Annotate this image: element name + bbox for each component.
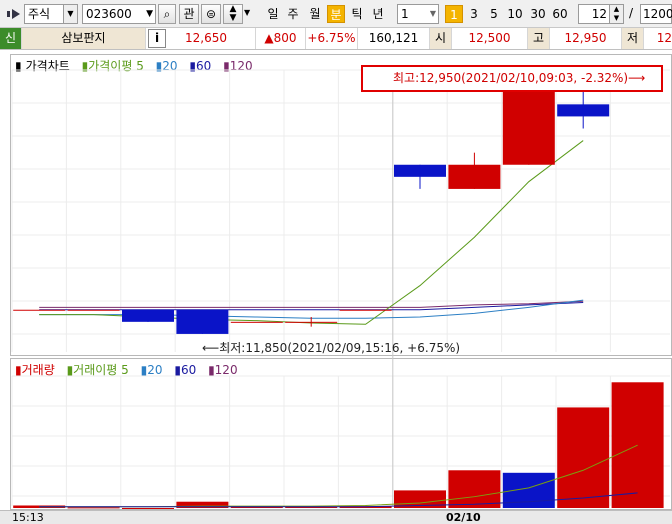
volume-bar [122, 508, 174, 509]
candle-body [122, 309, 174, 322]
candle-body [448, 164, 501, 189]
volume-bar [557, 407, 610, 508]
candle-body [67, 309, 120, 311]
x-axis: 15:13 02/10 [0, 510, 672, 524]
candle-body [230, 321, 283, 323]
candle-body [13, 309, 66, 311]
candle-body [339, 309, 392, 311]
volume-bar [67, 507, 120, 509]
x-axis-start-label: 15:13 [12, 511, 44, 524]
candle-body [285, 321, 338, 323]
min-price-annotation: ⟵최저:11,850(2021/02/09,15:16, +6.75%) [202, 341, 461, 355]
max-price-annotation: 최고:12,950(2021/02/10,09:03, -2.32%)⟶ [361, 65, 663, 92]
volume-bar [448, 470, 501, 508]
candle-body [394, 164, 446, 177]
x-axis-date-label: 02/10 [446, 511, 481, 524]
candle-body [557, 104, 610, 117]
candle-body [502, 80, 555, 165]
candle-body [176, 309, 229, 334]
